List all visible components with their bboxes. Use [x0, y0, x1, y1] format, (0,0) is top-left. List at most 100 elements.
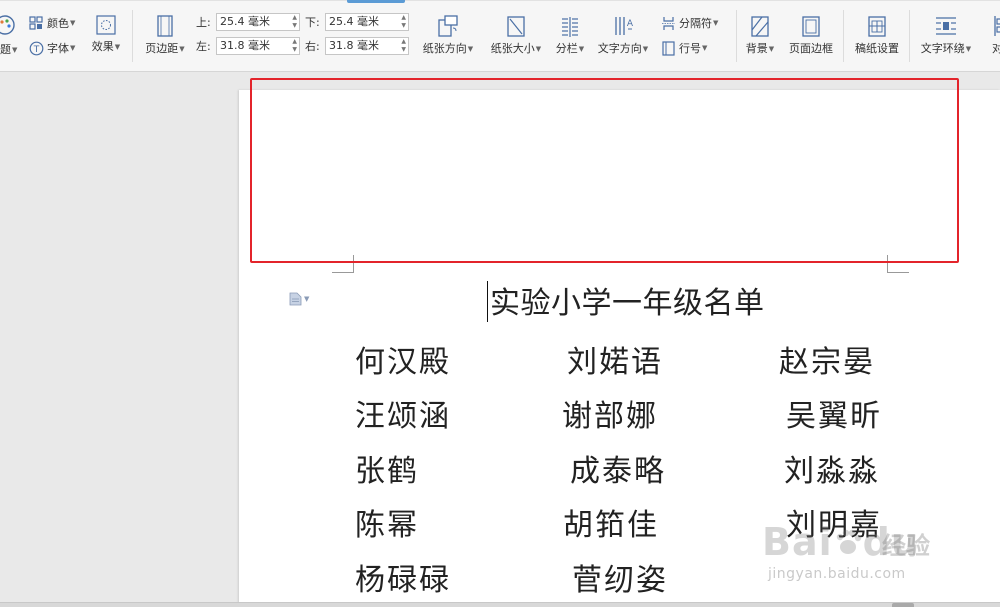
font-t-icon: T: [29, 41, 44, 55]
text-direction-icon: A: [615, 17, 634, 35]
margin-top-input[interactable]: 25.4 毫米 ▲ ▼: [216, 13, 300, 31]
orientation-label: 纸张方向: [422, 42, 467, 55]
chevron-down-icon: ▼: [179, 45, 185, 53]
effect-label: 效果: [91, 40, 114, 53]
margin-bottom-input[interactable]: 25.4 毫米 ▲ ▼: [325, 13, 409, 31]
margin-right-value: 31.8 毫米: [329, 39, 379, 52]
margin-left-key: 左:: [196, 40, 211, 53]
margin-left-input[interactable]: 31.8 毫米 ▲ ▼: [216, 37, 300, 55]
margin-bottom-key: 下:: [305, 16, 320, 29]
page-orientation-icon: [438, 15, 458, 37]
document-title[interactable]: 实验小学一年级名单: [490, 278, 765, 322]
effect-icon: [96, 15, 116, 35]
columns-label: 分栏: [555, 42, 578, 55]
page-background-icon: [751, 16, 769, 37]
paper-size-icon: [507, 16, 525, 37]
ribbon-toolbar: 题▼ 颜色 ▼ T 字体 ▼ 效果▼ 页边距▼ 上: 25.4 毫米 ▲ ▼ 左…: [0, 0, 1000, 72]
columns-button[interactable]: 分栏▼: [551, 14, 589, 56]
watermark-logo-text: Bai: [762, 520, 833, 564]
margin-right-input[interactable]: 31.8 毫米 ▲ ▼: [325, 37, 409, 55]
ribbon-separator: [736, 10, 737, 62]
name-cell[interactable]: 吴翼昕: [786, 391, 882, 435]
effect-button[interactable]: 效果▼: [88, 14, 124, 54]
font-button[interactable]: T 字体 ▼: [29, 39, 75, 57]
name-cell[interactable]: 张鹤: [355, 446, 419, 490]
chevron-down-icon: ▼: [702, 44, 708, 52]
header-area-highlight: [250, 78, 959, 263]
chevron-down-icon: ▼: [70, 19, 76, 27]
name-cell[interactable]: 胡筘佳: [563, 500, 659, 544]
page-border-icon: [802, 16, 820, 37]
spin-arrows-icon[interactable]: ▲ ▼: [401, 38, 406, 54]
breaks-label: 分隔符: [679, 17, 712, 30]
line-numbers-button[interactable]: 行号 ▼: [661, 39, 707, 57]
columns-icon: [562, 17, 578, 37]
name-cell[interactable]: 汪颂涵: [355, 391, 451, 435]
svg-text:A: A: [627, 19, 634, 29]
name-cell[interactable]: 谢部娜: [562, 391, 658, 435]
spin-arrows-icon[interactable]: ▲ ▼: [292, 38, 297, 54]
name-cell[interactable]: 刘婼语: [567, 337, 663, 381]
color-button[interactable]: 颜色 ▼: [29, 14, 75, 32]
name-cell[interactable]: 何汉殿: [355, 337, 451, 381]
active-tab-indicator: [347, 0, 405, 3]
text-direction-button[interactable]: A 文字方向▼: [594, 14, 652, 56]
ribbon-top-line: [0, 0, 1000, 1]
margin-top-key: 上:: [196, 16, 211, 29]
baidu-jingyan-watermark: Bai du 经验 jingyan.baidu.com: [762, 518, 952, 588]
document-icon: [289, 292, 302, 306]
background-button[interactable]: 背景▼: [740, 14, 780, 56]
name-cell[interactable]: 陈幂: [355, 500, 419, 544]
spin-arrows-icon[interactable]: ▲ ▼: [401, 14, 406, 30]
grid-paper-button[interactable]: 稿纸设置: [850, 14, 904, 56]
chevron-down-icon: ▼: [535, 45, 542, 53]
name-cell[interactable]: 刘淼淼: [784, 446, 880, 490]
margin-left-field: 左: 31.8 毫米 ▲ ▼: [196, 37, 300, 55]
text-cursor: [487, 281, 488, 322]
margins-button[interactable]: 页边距▼: [140, 14, 190, 56]
margin-right-key: 右:: [305, 40, 320, 53]
background-label: 背景: [745, 42, 768, 55]
spin-arrows-icon[interactable]: ▲ ▼: [292, 14, 297, 30]
ribbon-separator: [909, 10, 910, 62]
chevron-down-icon: ▼: [12, 46, 18, 54]
line-numbers-icon: [662, 40, 675, 56]
page-border-button[interactable]: 页面边框: [784, 14, 838, 56]
theme-button[interactable]: [0, 14, 16, 39]
name-cell[interactable]: 杨碌碌: [355, 555, 451, 599]
name-cell[interactable]: 赵宗晏: [779, 337, 875, 381]
margin-top-value: 25.4 毫米: [220, 15, 270, 28]
name-cell[interactable]: 菅纫姿: [572, 555, 668, 599]
theme-label[interactable]: 题▼: [0, 41, 17, 57]
scroll-knob[interactable]: [892, 603, 914, 607]
chevron-down-icon: ▼: [642, 45, 649, 53]
paragraph-layout-button[interactable]: ▼: [289, 292, 309, 306]
page-break-icon: [662, 16, 675, 30]
wrap-text-icon: [936, 17, 956, 35]
grid-paper-icon: [868, 16, 886, 37]
chevron-down-icon: ▼: [304, 295, 310, 303]
paper-size-button[interactable]: 纸张大小▼: [485, 14, 547, 56]
breaks-button[interactable]: 分隔符 ▼: [661, 14, 718, 32]
margin-left-value: 31.8 毫米: [220, 39, 270, 52]
color-grid-icon: [29, 15, 43, 30]
paper-size-label: 纸张大小: [490, 42, 535, 55]
orientation-button[interactable]: 纸张方向▼: [417, 14, 479, 56]
page-margin-icon: [157, 15, 173, 37]
chevron-down-icon: ▼: [768, 45, 775, 53]
chevron-down-icon: ▼: [467, 45, 474, 53]
paw-icon: [836, 529, 861, 554]
status-bar: [0, 602, 1000, 607]
margin-bottom-value: 25.4 毫米: [329, 15, 379, 28]
watermark-cn-text: 经验: [882, 532, 930, 560]
name-cell[interactable]: 成泰略: [570, 446, 666, 490]
wrap-text-button[interactable]: 文字环绕▼: [916, 14, 976, 56]
align-label: 对齐: [983, 40, 1000, 56]
watermark-url: jingyan.baidu.com: [768, 566, 906, 582]
align-button[interactable]: 对齐: [983, 14, 1000, 56]
margins-label: 页边距: [145, 42, 179, 55]
svg-text:T: T: [33, 45, 40, 55]
wrap-text-label: 文字环绕: [920, 42, 965, 55]
theme-label-text: 题: [0, 43, 11, 56]
ribbon-separator: [132, 10, 133, 62]
